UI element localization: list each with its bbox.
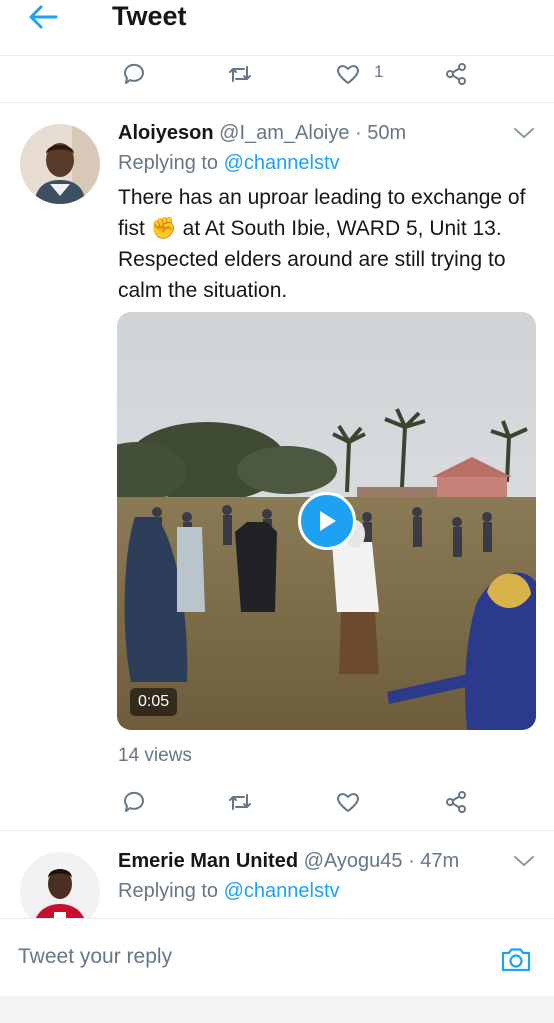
tweet-time: 50m — [367, 122, 407, 144]
replying-to-mention[interactable]: @channelstv — [224, 880, 340, 902]
dot-separator: · — [408, 850, 421, 872]
author-name[interactable]: Aloiyeson — [118, 122, 214, 144]
tweet-actions — [0, 784, 554, 824]
system-nav-bar — [0, 996, 554, 1023]
chevron-down-icon[interactable] — [513, 854, 535, 868]
reply-button[interactable] — [114, 784, 154, 820]
retweet-button[interactable] — [220, 784, 260, 820]
retweet-icon — [229, 794, 251, 810]
tweet-header: Emerie Man United @Ayogu45 · 47m — [118, 850, 459, 873]
reply-bar — [0, 918, 554, 996]
like-button[interactable] — [328, 784, 368, 820]
like-icon — [337, 793, 359, 812]
share-button[interactable] — [436, 784, 476, 820]
camera-icon[interactable] — [500, 943, 532, 975]
back-arrow-icon[interactable] — [26, 2, 60, 32]
replying-to: Replying to @channelstv — [118, 152, 340, 175]
play-icon — [320, 511, 336, 531]
share-icon — [446, 791, 466, 813]
divider — [0, 830, 554, 831]
play-button[interactable] — [298, 492, 356, 550]
page-title: Tweet — [112, 1, 187, 31]
reply-button[interactable] — [114, 56, 154, 92]
reply-icon — [123, 791, 144, 812]
chevron-down-icon[interactable] — [513, 126, 535, 140]
tweet-time: 47m — [420, 850, 460, 872]
avatar[interactable] — [20, 124, 100, 204]
tweet-actions-top: 1 — [0, 56, 554, 96]
author-handle[interactable]: @Ayogu45 — [304, 850, 403, 872]
like-icon — [337, 65, 359, 84]
author-handle[interactable]: @I_am_Aloiye — [219, 122, 349, 144]
like-count: 1 — [374, 62, 384, 81]
replying-to: Replying to @channelstv — [118, 880, 340, 903]
video-duration: 0:05 — [130, 688, 178, 716]
tweet-text: There has an uproar leading to exchange … — [118, 186, 526, 302]
like-button[interactable] — [328, 56, 368, 92]
view-count: 14 views — [118, 745, 192, 766]
retweet-button[interactable] — [220, 56, 260, 92]
share-icon — [446, 63, 466, 85]
replying-to-prefix: Replying to — [118, 880, 224, 902]
retweet-icon — [229, 66, 251, 82]
tweet-header: Aloiyeson @I_am_Aloiye · 50m — [118, 122, 406, 145]
replying-to-mention[interactable]: @channelstv — [224, 152, 340, 174]
dot-separator: · — [355, 122, 368, 144]
author-name[interactable]: Emerie Man United — [118, 850, 298, 872]
reply-icon — [123, 63, 144, 84]
reply-input[interactable] — [18, 939, 458, 975]
top-bar: Tweet — [0, 0, 554, 56]
divider — [0, 102, 554, 103]
share-button[interactable] — [436, 56, 476, 92]
replying-to-prefix: Replying to — [118, 152, 224, 174]
